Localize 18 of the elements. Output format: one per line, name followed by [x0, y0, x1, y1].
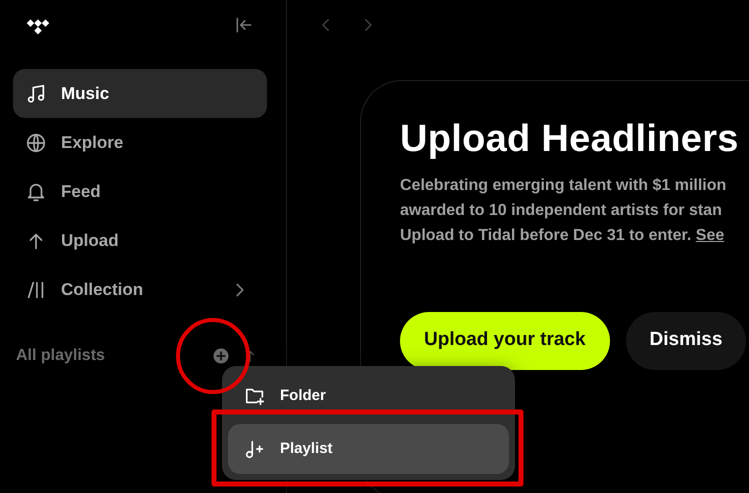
add-circle-icon[interactable]	[212, 347, 230, 365]
sidebar-item[interactable]: Collection	[13, 265, 267, 314]
collapse-sidebar-icon[interactable]	[234, 15, 254, 35]
dismiss-button[interactable]: Dismiss	[626, 312, 746, 370]
sidebar-item[interactable]: Feed	[13, 167, 267, 216]
upload-button[interactable]: Upload your track	[400, 312, 610, 370]
section-label: All playlists	[16, 346, 106, 366]
music-note-plus-icon	[244, 438, 266, 460]
music-note-icon	[25, 82, 47, 104]
menu-item[interactable]: Playlist	[228, 424, 509, 474]
globe-icon	[25, 132, 47, 154]
sidebar-item[interactable]: Music	[13, 69, 267, 118]
banner-title: Upload Headliners	[400, 117, 740, 162]
sidebar-item[interactable]: Explore	[13, 118, 267, 167]
details-link[interactable]: See	[696, 226, 724, 244]
sidebar-item[interactable]: Upload	[13, 216, 267, 265]
menu-item[interactable]: Folder	[228, 374, 509, 418]
banner-description: Celebrating emerging talent with $1 million awarded to 10 independent artists for stan Upload to Tidal before Dec 31 to enter. See	[400, 176, 728, 246]
